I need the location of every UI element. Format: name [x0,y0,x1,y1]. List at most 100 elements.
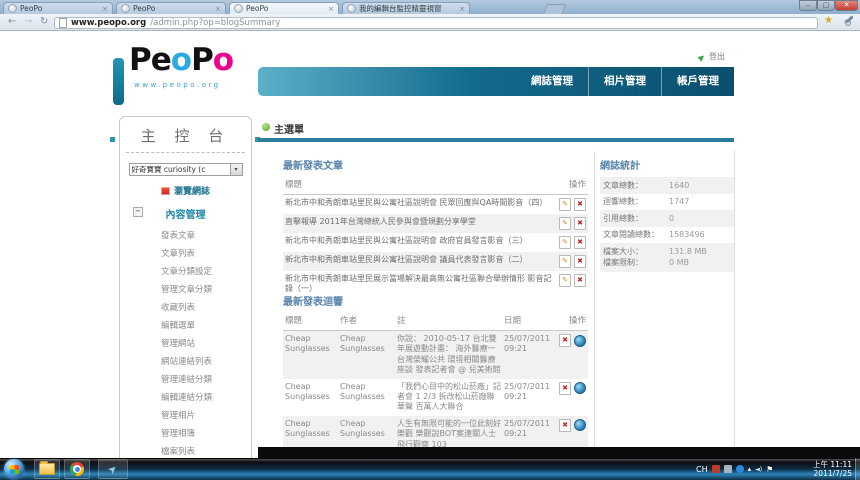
tab-title: PeoPo [246,4,325,13]
comment-title: Cheap Sunglasses [285,382,340,403]
table-row: 直擊報導 2011年台灣總統人民參與會暨規劃分享學堂 ✎✖ [283,214,588,233]
stat-value: 0 [669,214,731,224]
sidebar-item-favorites-list[interactable]: 收藏列表 [120,298,251,316]
table-row: 新北市中和秀朗車站里民與公寓社區說明會 議員代表發言影音（二） ✎✖ [283,252,588,271]
browser-tab-2[interactable]: PeoPo × [116,2,226,14]
tray-app-icon[interactable] [724,465,732,473]
stat-value: 0 MB [669,258,731,268]
sidebar-item-edit-link-categories[interactable]: 編輯連結分類 [120,388,251,406]
comments-header-row: 標題 作者 註 日期 操作 [283,313,588,331]
edit-icon[interactable]: ✎ [559,236,571,249]
edit-icon[interactable]: ✎ [559,198,571,211]
window-close-button[interactable]: ✕ [835,0,858,11]
sidebar-item-edit-menu[interactable]: 編輯選單 [120,316,251,334]
volume-icon[interactable]: ◄) [755,466,762,473]
favicon-icon [234,4,243,13]
taskbar-chrome-button[interactable] [64,459,90,479]
view-on-site-icon[interactable] [574,335,586,347]
sidebar-item-manage-categories[interactable]: 管理文章分類 [120,280,251,298]
sidebar-item-manage-link-categories[interactable]: 管理連結分類 [120,370,251,388]
tray-app-icon[interactable] [736,465,744,473]
tab-title: PeoPo [133,4,212,13]
tray-chevron-icon[interactable]: ▴ [748,465,752,473]
blog-icon [161,187,170,195]
taskbar-explorer-button[interactable] [34,459,60,479]
tray-app-icon[interactable] [712,465,720,473]
column-divider [594,151,595,447]
browser-tab-4[interactable]: 我的編輯台監控精靈視窗 × [342,2,470,14]
sidebar: 主 控 台 好奇寶寶 curiosity (c ▾ 瀏覽網誌 − 內容管理 發表… [119,116,252,476]
sidebar-section-content[interactable]: − 內容管理 [120,206,251,221]
sidebar-item-post-article[interactable]: 發表文章 [120,226,251,244]
sidebar-item-manage-site[interactable]: 管理網站 [120,334,251,352]
delete-icon[interactable]: ✖ [574,255,586,268]
tab-title: 我的編輯台監控精靈視窗 [359,3,456,14]
delete-icon[interactable]: ✖ [574,274,586,287]
stat-value: 1640 [669,181,731,191]
taskbar-app-button[interactable]: ➤ [98,459,128,479]
delete-icon[interactable]: ✖ [574,217,586,230]
show-desktop-button[interactable] [855,458,860,480]
tab-close-icon[interactable]: × [215,5,221,13]
tab-close-icon[interactable]: × [328,5,334,13]
edit-icon[interactable]: ✎ [559,274,571,287]
collapse-minus-icon[interactable]: − [133,207,143,217]
stat-row: 檔案大小： 131.8 MB [600,243,734,257]
tab-close-icon[interactable]: × [459,5,465,13]
edit-icon[interactable]: ✎ [559,217,571,230]
delete-icon[interactable]: ✖ [574,198,586,211]
stat-row: 文章總數： 1640 [600,177,734,194]
action-center-flag-icon[interactable]: ⚑ [766,465,773,474]
edit-icon[interactable]: ✎ [559,255,571,268]
account-select[interactable]: 好奇寶寶 curiosity (c ▾ [129,163,243,176]
bookmark-star-icon[interactable]: ★ [824,15,833,26]
taskbar-clock[interactable]: 上午 11:11 2011/7/25 [813,460,852,479]
page-icon [59,18,67,28]
delete-icon[interactable]: ✖ [559,334,571,347]
chevron-down-icon[interactable]: ▾ [230,164,242,175]
tab-close-icon[interactable]: × [102,5,108,13]
sidebar-item-category-settings[interactable]: 文章分類設定 [120,262,251,280]
browser-tab-1[interactable]: PeoPo × [3,2,113,14]
nav-photo-management[interactable]: 相片管理 [588,67,661,96]
latest-articles-title: 最新發表文章 [283,157,588,172]
view-blog-link[interactable]: 瀏覽網誌 [120,184,251,197]
article-title: 新北市中和秀朗車站里民與公寓社區說明會 政府官員發言影音（三） [285,236,556,246]
comment-content: 你說： 2010-05-17 台北雙年展遊動計畫： 海外醫療一台灣榮耀公共 環境… [397,334,504,376]
delete-icon[interactable]: ✖ [559,419,571,432]
table-row: Cheap Sunglasses Cheap Sunglasses 「我們心目中… [283,379,588,416]
clock-date: 2011/7/25 [813,469,852,478]
sidebar-item-manage-albums[interactable]: 管理相簿 [120,424,251,442]
sidebar-item-manage-photos[interactable]: 管理相片 [120,406,251,424]
back-icon[interactable]: ← [8,15,16,29]
reload-icon[interactable]: ↻ [40,15,48,29]
comment-author: Cheap Sunglasses [340,382,397,403]
language-indicator[interactable]: CH [696,465,708,474]
logout-label: 登出 [709,51,725,62]
delete-icon[interactable]: ✖ [574,236,586,249]
browser-tab-3-active[interactable]: PeoPo × [229,2,339,14]
start-button[interactable] [4,459,24,479]
sidebar-item-site-links[interactable]: 網站連結列表 [120,352,251,370]
forward-icon[interactable]: → [24,15,32,29]
latest-comments-panel: 最新發表迴響 標題 作者 註 日期 操作 Cheap Sunglasses Ch… [283,293,588,447]
address-bar[interactable]: www.peopo.org/admin.php?op=blogSummary [54,17,818,29]
delete-icon[interactable]: ✖ [559,382,571,395]
view-on-site-icon[interactable] [574,419,586,431]
section-divider [258,138,734,142]
view-on-site-icon[interactable] [574,382,586,394]
article-title: 直擊報導 2011年台灣總統人民參與會暨規劃分享學堂 [285,217,556,227]
stat-row: 文章閱讀總數： 1583496 [600,227,734,244]
nav-account-management[interactable]: 帳戶管理 [661,67,734,96]
desktop-screen: PeoPo × PeoPo × PeoPo × 我的編輯台監控精靈視窗 × – … [0,0,860,480]
articles-header-row: 標題 操作 [283,177,588,195]
peopo-logo[interactable]: PeoPo [129,42,233,78]
logo-accent-bar [113,58,124,105]
window-maximize-button[interactable]: ▢ [817,0,835,11]
col-date: 日期 [504,316,552,327]
sidebar-item-article-list[interactable]: 文章列表 [120,244,251,262]
blog-stats-panel: 網誌統計 文章總數： 1640 迴響總數： 1747 引用總數： 0 文章閱讀總… [600,157,734,272]
window-minimize-button[interactable]: – [799,0,817,11]
logout-link[interactable]: 登出 [700,51,725,62]
nav-blog-management[interactable]: 網誌管理 [516,67,588,96]
